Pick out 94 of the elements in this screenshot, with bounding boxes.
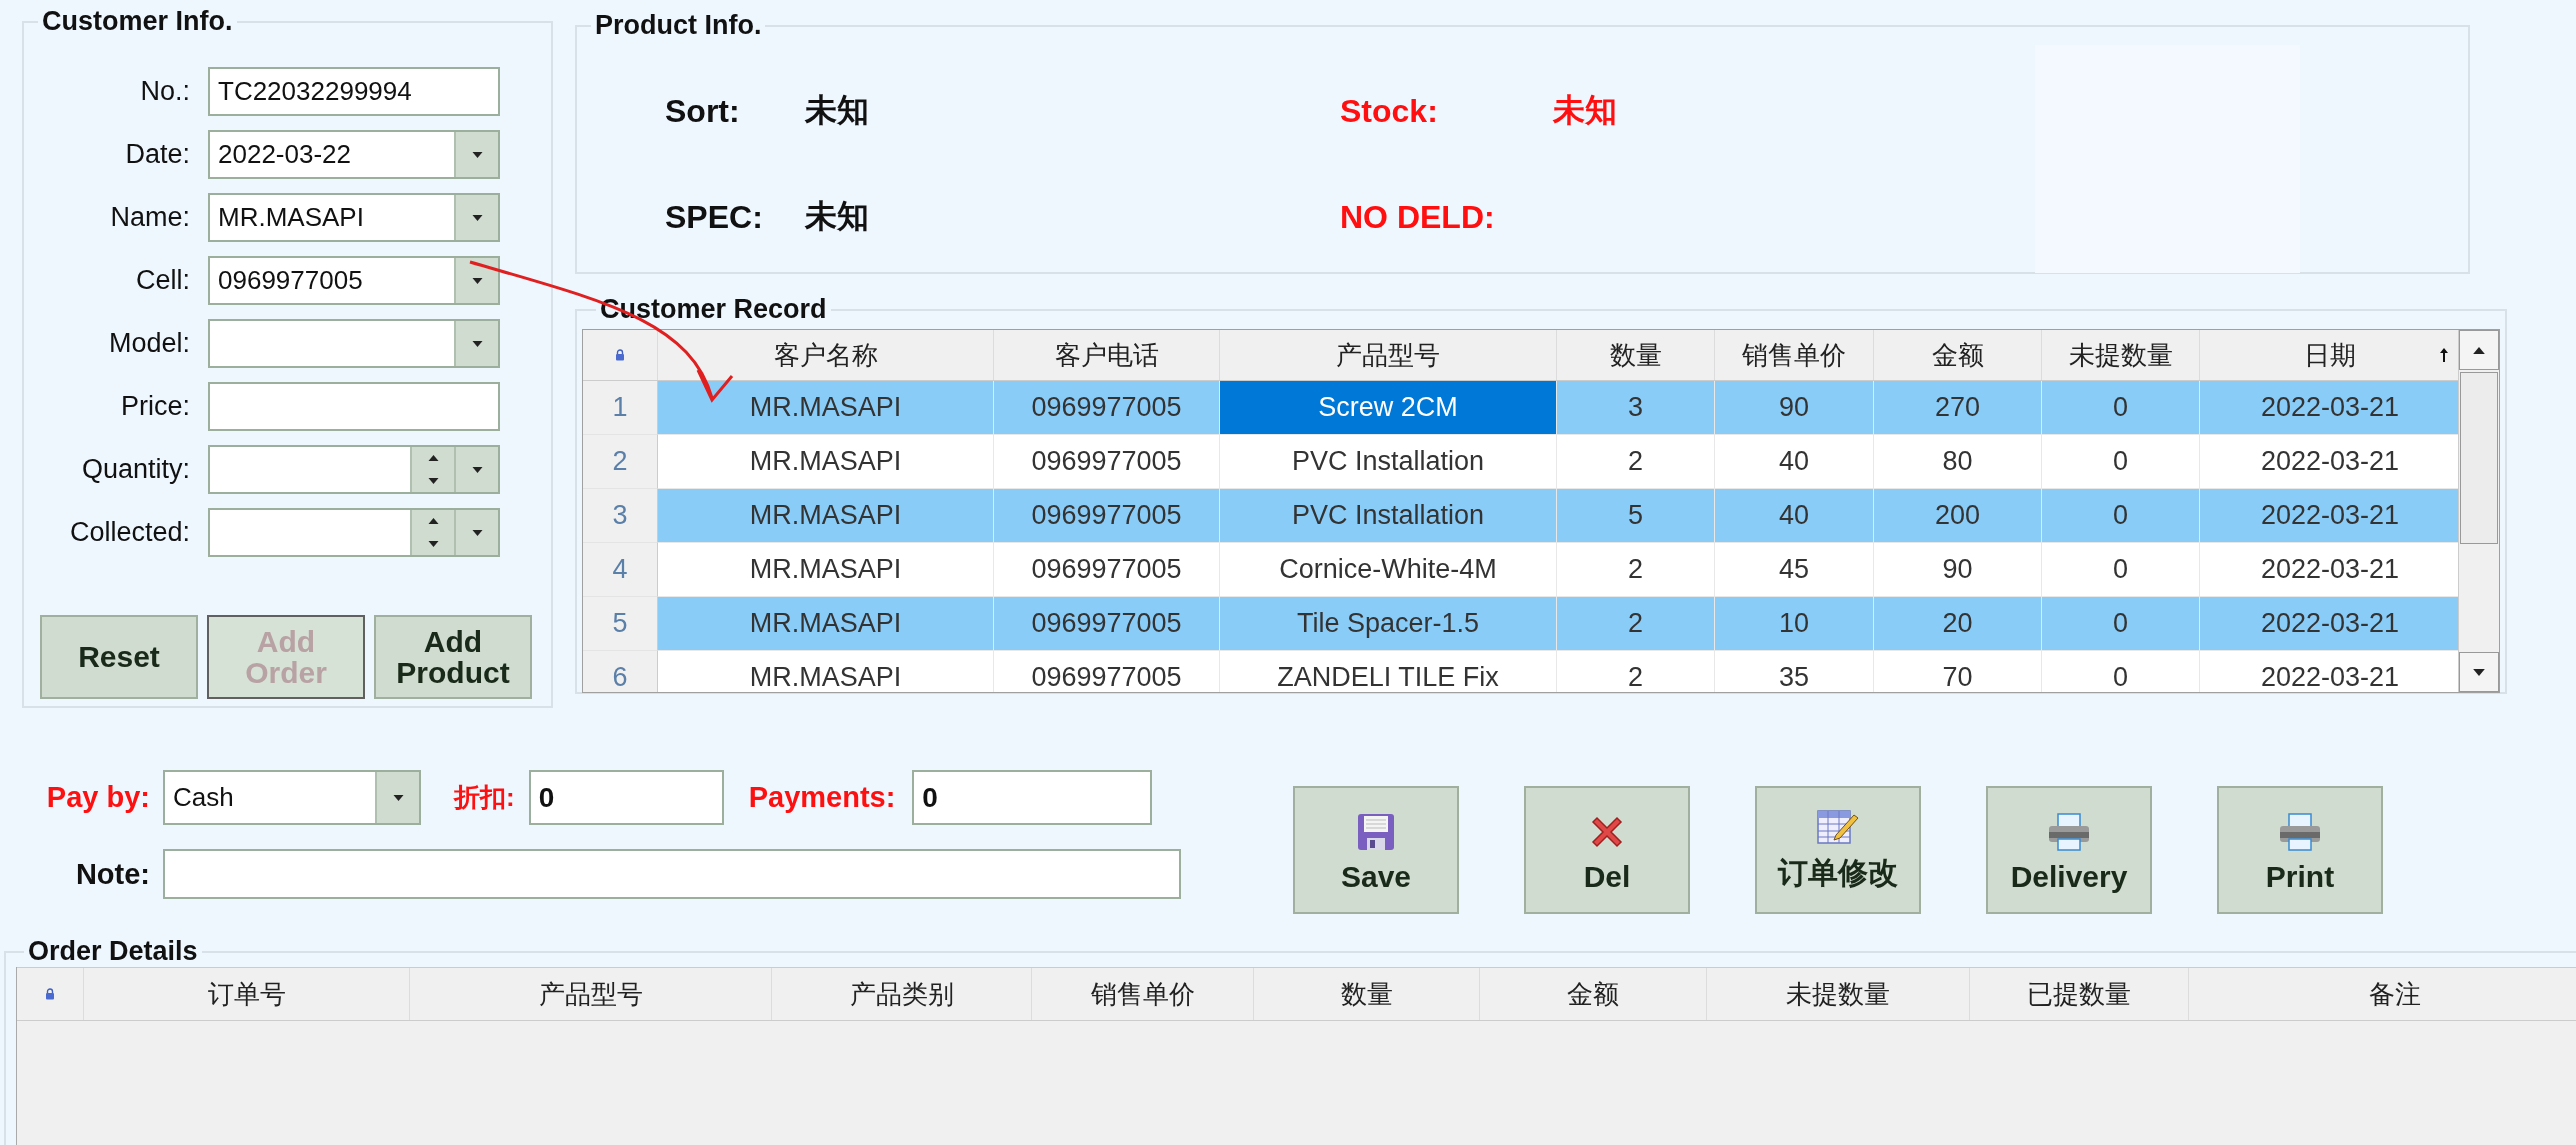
action-button[interactable]: Reset	[40, 615, 198, 699]
group-title: Product Info.	[594, 12, 763, 39]
field-label: No.:	[139, 76, 190, 107]
column-header[interactable]: 产品类别	[772, 968, 1032, 1020]
dropdown-field[interactable]: 0969977005	[208, 256, 500, 305]
printer-icon	[2278, 812, 2322, 852]
table-cell: 2	[1557, 651, 1715, 692]
field-label: 折扣:	[454, 781, 515, 814]
column-header[interactable]: 产品型号	[1220, 330, 1557, 380]
field-label: Model:	[107, 328, 190, 359]
table-cell: 70	[1874, 651, 2042, 692]
column-header[interactable]: 客户电话	[994, 330, 1220, 380]
caret-icon	[471, 466, 483, 473]
dropdown-button[interactable]	[454, 258, 498, 303]
spin-field[interactable]	[208, 508, 500, 557]
toolbar-button[interactable]: Save	[1293, 786, 1459, 914]
field-label: Payments:	[748, 781, 896, 814]
column-header[interactable]: 数量	[1254, 968, 1480, 1020]
toolbar-button[interactable]: Del	[1524, 786, 1690, 914]
table-row[interactable]: 6 MR.MASAPI 0969977005 ZANDELI TILE Fix 2 35 70 0 2022-03-21	[583, 651, 2459, 692]
table-cell: 0969977005	[994, 651, 1220, 692]
caret-icon	[392, 794, 404, 801]
info-label: SPEC:	[665, 198, 764, 236]
caret-icon	[471, 214, 483, 221]
row-number: 4	[583, 543, 658, 597]
caret-icon	[471, 529, 483, 536]
input-field[interactable]: 0	[528, 770, 724, 825]
row-number: 1	[583, 381, 658, 435]
dropdown-field[interactable]: MR.MASAPI	[208, 193, 500, 242]
column-header[interactable]: 数量	[1557, 330, 1715, 380]
column-header[interactable]: 产品型号	[410, 968, 772, 1020]
group-title: Order Details	[27, 938, 199, 965]
info-value: 未知	[1553, 91, 1617, 130]
toolbar-button[interactable]: Print	[2217, 786, 2383, 914]
column-header[interactable]: 金额	[1480, 968, 1707, 1020]
table-cell: 0	[2042, 651, 2200, 692]
info-value: 未知	[805, 197, 869, 236]
field-label: Price:	[119, 391, 190, 422]
spin-buttons[interactable]	[410, 447, 454, 492]
caret-icon	[471, 151, 483, 158]
info-value: 未知	[805, 91, 869, 130]
scroll-up-icon[interactable]	[2473, 346, 2486, 354]
table-row[interactable]: 4 MR.MASAPI 0969977005 Cornice-White-4M 2 45 90 0 2022-03-21	[583, 543, 2459, 597]
table-row[interactable]: 5 MR.MASAPI 0969977005 Tile Spacer-1.5 2 10 20 0 2022-03-21	[583, 597, 2459, 651]
vertical-scrollbar[interactable]	[2458, 330, 2499, 692]
field-label: Pay by:	[45, 781, 150, 814]
table-row[interactable]: 3 MR.MASAPI 0969977005 PVC Installation 5 40 200 0 2022-03-21	[583, 489, 2459, 543]
column-header[interactable]: 未提数量	[2042, 330, 2200, 380]
info-label: Stock:	[1340, 92, 1439, 130]
field-label: Quantity:	[80, 454, 190, 485]
info-label: NO DELD:	[1340, 198, 1496, 236]
dropdown-field[interactable]	[208, 319, 500, 368]
row-number: 2	[583, 435, 658, 489]
row-number: 6	[583, 651, 658, 692]
field-label: Note:	[74, 857, 150, 891]
input-field[interactable]: TC22032299994	[208, 67, 500, 116]
column-header[interactable]: 销售单价	[1032, 968, 1254, 1020]
dropdown-field[interactable]: Cash	[163, 770, 421, 825]
caret-icon	[471, 277, 483, 284]
lock-icon	[615, 349, 625, 361]
lock-icon	[45, 988, 55, 1000]
table-cell: ZANDELI TILE Fix	[1220, 651, 1557, 692]
input-field[interactable]	[208, 382, 500, 431]
caret-icon	[471, 340, 483, 347]
column-header[interactable]: 已提数量	[1970, 968, 2189, 1020]
action-button[interactable]: Add Product	[374, 615, 532, 699]
toolbar-button[interactable]: Delivery	[1986, 786, 2152, 914]
toolbar-button[interactable]: 订单修改	[1755, 786, 1921, 914]
row-number: 5	[583, 597, 658, 651]
column-header[interactable]: 备注	[2189, 968, 2576, 1020]
table-row[interactable]: 1 MR.MASAPI 0969977005 Screw 2CM 3 90 270 0 2022-03-21	[583, 381, 2459, 435]
table-cell: MR.MASAPI	[658, 651, 994, 692]
column-header[interactable]: 客户名称	[658, 330, 994, 380]
spin-field[interactable]	[208, 445, 500, 494]
dropdown-field[interactable]: 2022-03-22	[208, 130, 500, 179]
scroll-down-icon[interactable]	[2473, 668, 2486, 676]
field-label: Date:	[124, 139, 190, 170]
column-header[interactable]: 金额	[1874, 330, 2042, 380]
table-cell: 35	[1715, 651, 1874, 692]
column-header[interactable]: 未提数量	[1707, 968, 1970, 1020]
column-header[interactable]: 订单号	[84, 968, 410, 1020]
group-title: Customer Info.	[41, 8, 234, 35]
spin-buttons[interactable]	[410, 510, 454, 555]
input-field[interactable]: 0	[912, 770, 1153, 825]
field-label: Name:	[109, 202, 190, 233]
printer-icon	[2047, 812, 2091, 852]
table-cell: Screw 2CM	[1220, 381, 1557, 435]
field-label: Collected:	[68, 517, 190, 548]
info-label: Sort:	[665, 92, 741, 130]
input-field[interactable]	[163, 849, 1181, 899]
column-header[interactable]: 销售单价	[1715, 330, 1874, 380]
table-row[interactable]: 2 MR.MASAPI 0969977005 PVC Installation 2 40 80 0 2022-03-21	[583, 435, 2459, 489]
field-label: Cell:	[135, 265, 190, 296]
row-number: 3	[583, 489, 658, 543]
